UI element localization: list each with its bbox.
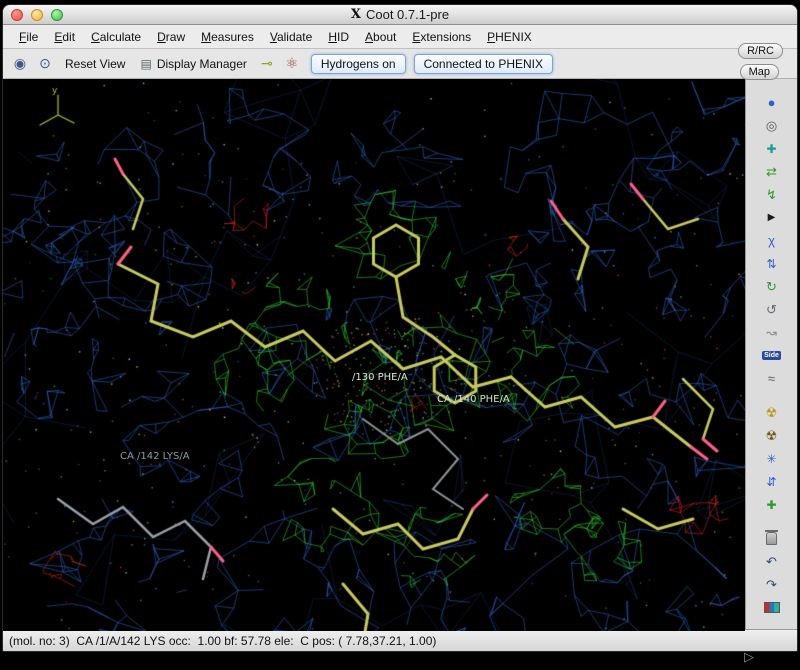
window-title: X Coot 0.7.1-pre (351, 7, 449, 22)
menu-about[interactable]: About (357, 27, 404, 47)
menu-file[interactable]: File (11, 27, 46, 47)
coot-window: X Coot 0.7.1-pre FileEditCalculateDrawMe… (2, 4, 798, 652)
pepflip-icon-glyph: ✳ (766, 452, 776, 466)
window-title-text: Coot 0.7.1-pre (366, 7, 449, 22)
status-text: (mol. no: 3) CA /1/A/142 LYS occ: 1.00 b… (9, 634, 436, 648)
cis-trans-icon-glyph: ⇵ (766, 475, 776, 489)
model-toolbar: ● ◎ ✚ ⇄ ↯ ▶ χ ⇅ ↻ ↺ ↝ Side ≈ ☢ ☢ ✳ ⇵ ✚ ↶ ↷ (745, 79, 797, 629)
add-hydrogens-icon[interactable]: ⊸ (256, 53, 278, 75)
refinement-options-icon[interactable]: ◎ (761, 115, 783, 136)
rotamer-cycle-icon-glyph: ↺ (766, 302, 777, 318)
jiggle-fit-icon[interactable]: ≈ (761, 368, 783, 389)
trash-glyph (766, 532, 777, 545)
pepflip-icon[interactable]: ✳ (761, 448, 783, 469)
close-button[interactable] (11, 9, 23, 21)
menu-measures[interactable]: Measures (193, 27, 262, 47)
display-manager-button[interactable]: ▤ Display Manager (134, 54, 252, 74)
radiation-regularize-icon-glyph: ☢ (766, 428, 778, 444)
refinement-options-icon-glyph: ◎ (766, 118, 777, 134)
menubar: FileEditCalculateDrawMeasuresValidateHID… (3, 25, 797, 49)
menu-extensions[interactable]: Extensions (404, 27, 479, 47)
main-content: /130 PHE/ACA /140 PHE/ACA /142 LYS/A ● ◎ ✚… (3, 79, 797, 629)
hydrogens-toggle-button[interactable]: Hydrogens on (311, 54, 406, 74)
desktop: { "window": { "title": "Coot 0.7.1-pre",… (0, 0, 800, 670)
pointer-icon[interactable]: ▶ (761, 207, 783, 228)
sphere-refine-icon-glyph: ● (768, 95, 776, 110)
auto-fit-rotamer-icon-glyph: ↯ (766, 187, 777, 203)
add-terminal-residue-icon[interactable]: ✚ (761, 494, 783, 515)
delete-item-icon[interactable] (761, 528, 783, 549)
side-text-glyph: Side (762, 351, 781, 360)
menu-phenix[interactable]: PHENIX (479, 27, 540, 47)
auto-fit-rotamer-icon[interactable]: ↯ (761, 184, 783, 205)
gl-canvas[interactable] (3, 79, 745, 631)
rrc-button[interactable]: R/RC (738, 43, 783, 59)
titlebar[interactable]: X Coot 0.7.1-pre (3, 5, 797, 25)
rock-view-icon[interactable]: ◉ (9, 53, 31, 75)
radiation-refine-icon-glyph: ☢ (766, 405, 778, 421)
edit-chi-angles-icon[interactable]: χ (761, 230, 783, 251)
traffic-lights (11, 9, 63, 21)
menu-calculate[interactable]: Calculate (83, 27, 149, 47)
canvas-area: /130 PHE/ACA /140 PHE/ACA /142 LYS/A (3, 79, 745, 629)
backrub-rotamer-icon-glyph: ↝ (766, 325, 777, 341)
rotamer-cycle-icon[interactable]: ↺ (761, 299, 783, 320)
edit-chi-angles-icon-glyph: χ (768, 233, 775, 248)
cis-trans-icon[interactable]: ⇵ (761, 471, 783, 492)
spin-view-icon[interactable]: ⊙ (34, 53, 56, 75)
toolbar: ◉⊙ Reset View ▤ Display Manager ⊸⚛ Hydrogens … (3, 49, 797, 79)
backrub-rotamer-icon[interactable]: ↝ (761, 322, 783, 343)
flip-peptide-icon[interactable]: ↻ (761, 276, 783, 297)
menu-edit[interactable]: Edit (46, 27, 83, 47)
rotate-translate-zone-icon[interactable]: ⇄ (761, 161, 783, 182)
display-manager-button-label: Display Manager (157, 57, 247, 71)
statusbar: (mol. no: 3) CA /1/A/142 LYS occ: 1.00 b… (3, 629, 797, 651)
torsion-general-icon-glyph: ⇅ (766, 257, 776, 271)
map-button[interactable]: Map (740, 64, 779, 80)
menu-draw[interactable]: Draw (149, 27, 193, 47)
pointer-icon-glyph: ▶ (768, 212, 776, 223)
resize-grip-icon[interactable]: ▷ (744, 650, 754, 663)
phenix-connection-button[interactable]: Connected to PHENIX (414, 54, 553, 74)
side-chain-180-icon[interactable]: Side (761, 345, 783, 366)
flip-peptide-icon-glyph: ↻ (766, 279, 777, 295)
sphere-refine-icon[interactable]: ● (761, 92, 783, 113)
environment-distances-icon[interactable]: ⚛ (281, 53, 303, 75)
redo-icon-glyph: ↷ (766, 577, 777, 593)
display-control-flag-icon[interactable] (761, 597, 783, 618)
rigid-body-fit-icon-glyph: ✚ (766, 142, 776, 156)
zoom-button[interactable] (51, 9, 63, 21)
torsion-general-icon[interactable]: ⇅ (761, 253, 783, 274)
reset-view-button-label: Reset View (65, 57, 125, 71)
undo-icon[interactable]: ↶ (761, 551, 783, 572)
add-terminal-residue-icon-glyph: ✚ (766, 498, 776, 512)
rotate-translate-zone-icon-glyph: ⇄ (766, 164, 777, 180)
radiation-refine-icon[interactable]: ☢ (761, 402, 783, 423)
menu-hid[interactable]: HID (320, 27, 357, 47)
flag-glyph (764, 602, 780, 613)
rigid-body-fit-icon[interactable]: ✚ (761, 138, 783, 159)
jiggle-fit-icon-glyph: ≈ (768, 371, 775, 386)
menu-validate[interactable]: Validate (262, 27, 321, 47)
minimize-button[interactable] (31, 9, 43, 21)
redo-icon[interactable]: ↷ (761, 574, 783, 595)
reset-view-button[interactable]: Reset View (59, 54, 131, 74)
x11-app-icon: X (351, 7, 361, 22)
undo-icon-glyph: ↶ (766, 554, 777, 570)
display-manager-icon: ▤ (140, 57, 151, 71)
radiation-regularize-icon[interactable]: ☢ (761, 425, 783, 446)
